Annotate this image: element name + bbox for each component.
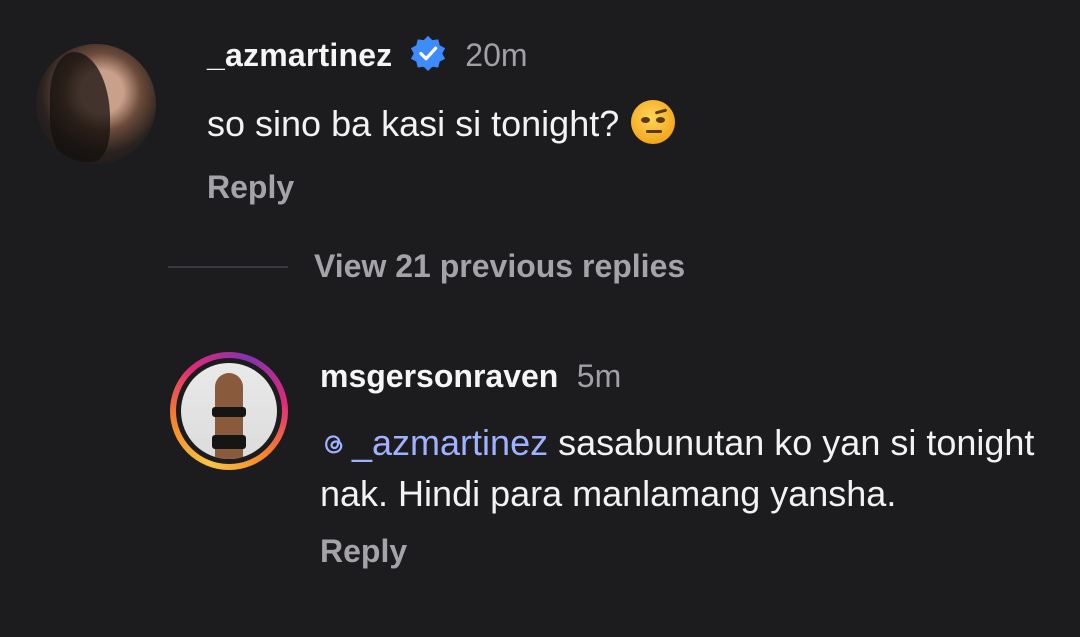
mention-username[interactable]: _azmartinez bbox=[352, 422, 548, 463]
avatar[interactable] bbox=[36, 44, 156, 164]
username[interactable]: msgersonraven bbox=[320, 358, 558, 394]
comment-header: msgersonraven 5m bbox=[320, 358, 1080, 395]
timestamp: 5m bbox=[576, 358, 622, 394]
thread-divider bbox=[168, 265, 288, 268]
username[interactable]: _azmartinez bbox=[207, 37, 392, 73]
comment-text: _azmartinez sasabunutan ko yan si tonigh… bbox=[320, 417, 1080, 519]
avatar[interactable] bbox=[181, 363, 277, 459]
view-previous-replies-label[interactable]: View 21 previous replies bbox=[314, 248, 685, 285]
raised-eyebrow-emoji-icon bbox=[631, 100, 676, 144]
comment-body: _azmartinez 20m so sino ba kasi si tonig… bbox=[207, 34, 1047, 206]
comment-body: msgersonraven 5m _azmartinez sasabunutan… bbox=[320, 358, 1080, 570]
comment-text-content: so sino ba kasi si tonight? bbox=[207, 103, 620, 144]
mention-link[interactable]: _azmartinez bbox=[320, 422, 548, 463]
story-ring[interactable] bbox=[170, 352, 288, 470]
comment-header: _azmartinez 20m bbox=[207, 34, 1047, 74]
comment-text: so sino ba kasi si tonight? bbox=[207, 100, 1047, 145]
verified-badge-icon bbox=[409, 34, 447, 72]
reply-button[interactable]: Reply bbox=[320, 533, 407, 570]
reply-button[interactable]: Reply bbox=[207, 169, 294, 206]
threads-icon bbox=[320, 420, 348, 454]
view-previous-replies[interactable]: View 21 previous replies bbox=[168, 248, 685, 285]
timestamp: 20m bbox=[465, 37, 528, 73]
